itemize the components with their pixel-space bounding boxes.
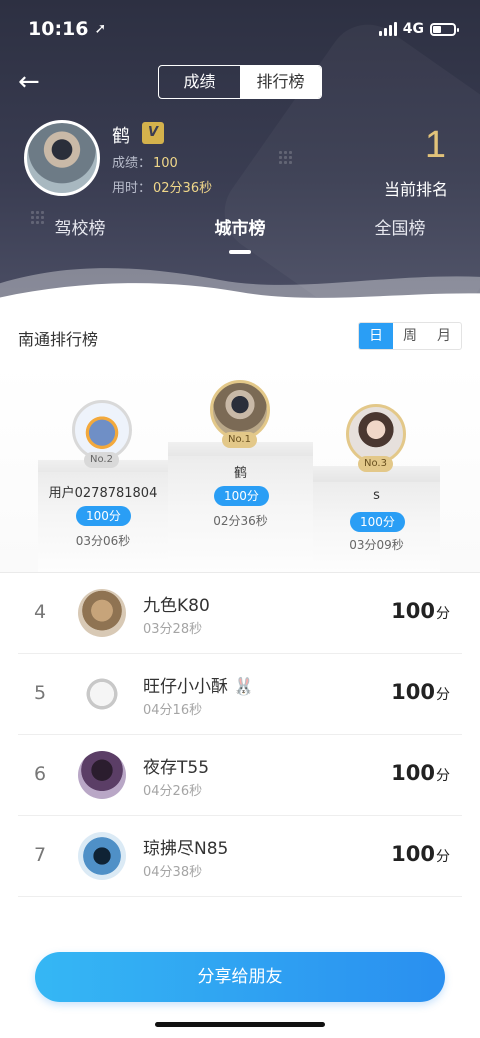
badge-second: No.2 [84,452,119,468]
list-score-unit: 分 [436,768,450,784]
score-second: 100分 [76,506,131,526]
header-panel: 10:16 ➚ 4G ← 成绩 排行榜 鹤 V 成绩： 100 用时： 02分36秒… [0,0,480,300]
list-score-unit: 分 [436,849,450,865]
time-label: 用时： [112,181,152,196]
signal-icon [378,22,397,36]
tab-national[interactable]: 全国榜 [320,214,480,239]
home-indicator[interactable] [155,1022,325,1027]
list-score: 100分 [391,842,450,866]
list-score: 100分 [391,599,450,623]
list-avatar [78,751,126,799]
list-score-unit: 分 [436,606,450,622]
board-title: 南通排行榜 [18,330,99,349]
rabbit-emoji-icon: 🐰 [233,677,255,697]
status-indicators: 4G [378,21,459,37]
list-rank: 4 [34,601,47,623]
score-label: 成绩： [112,156,152,171]
list-score-unit: 分 [436,687,450,703]
network-label: 4G [402,21,424,37]
list-time: 04分38秒 [143,865,203,880]
list-score: 100分 [391,761,450,785]
list-time: 04分26秒 [143,784,203,799]
list-avatar [78,589,126,637]
list-avatar [78,670,126,718]
name-first: 鹤 [233,466,247,481]
podium: No.2 用户0278781804 100分 03分06秒 No.1 鹤 100… [0,364,480,572]
list-name-text: 旺仔小小酥 [143,677,228,697]
user-score: 100 [153,156,178,171]
list-rank: 7 [34,844,47,866]
time-first: 02分36秒 [213,514,268,528]
tab-school[interactable]: 驾校榜 [0,214,160,239]
list-score-value: 100 [391,761,435,785]
list-item[interactable]: 4 九色K80 03分28秒 100分 [18,573,462,654]
user-name: 鹤 [112,126,130,147]
list-avatar [78,832,126,880]
period-month[interactable]: 月 [427,323,461,349]
vip-badge-icon: V [142,122,164,144]
badge-third: No.3 [358,456,393,472]
period-day[interactable]: 日 [359,323,393,349]
list-item[interactable]: 6 夜存T55 04分26秒 100分 [18,735,462,816]
status-time: 10:16 [28,18,89,40]
share-button[interactable]: 分享给朋友 [35,952,445,1002]
list-time: 04分16秒 [143,703,203,718]
back-arrow-icon[interactable]: ← [18,68,48,96]
scope-tabs: 驾校榜 城市榜 全国榜 [0,214,480,254]
name-second: 用户0278781804 [48,486,158,501]
time-second: 03分06秒 [75,534,131,548]
list-name: 夜存T55 [143,758,210,778]
list-score: 100分 [391,680,450,704]
header-wave [0,268,480,300]
segment-leaderboard[interactable]: 排行榜 [240,66,321,98]
list-score-value: 100 [391,842,435,866]
list-time: 03分28秒 [143,622,203,637]
list-item[interactable]: 7 琼拂尽N85 04分38秒 100分 [18,816,462,897]
list-rank: 6 [34,763,47,785]
user-avatar [24,120,100,196]
period-week[interactable]: 周 [393,323,427,349]
list-name: 九色K80 [143,596,210,616]
user-score-line: 成绩： 100 [112,152,178,171]
user-time: 02分36秒 [153,181,213,196]
list-item[interactable]: 5 旺仔小小酥 🐰 04分16秒 100分 [18,654,462,735]
score-first: 100分 [214,486,269,506]
badge-first: No.1 [222,432,257,448]
user-time-line: 用时： 02分36秒 [112,177,212,196]
dot-pattern-decoration [278,150,294,166]
status-bar: 10:16 ➚ 4G [28,14,459,44]
location-arrow-icon: ➚ [94,21,107,37]
avatar-first [210,380,270,440]
period-selector: 日 周 月 [358,322,462,350]
current-rank-value: 1 [424,124,446,166]
tab-city[interactable]: 城市榜 [160,214,320,254]
list-score-value: 100 [391,680,435,704]
ranking-list: 4 九色K80 03分28秒 100分 5 旺仔小小酥 🐰 04分16秒 100… [18,573,462,917]
segment-score[interactable]: 成绩 [159,66,240,98]
score-third: 100分 [350,512,405,532]
view-segment-control: 成绩 排行榜 [158,65,322,99]
battery-icon [430,22,459,36]
list-name: 旺仔小小酥 🐰 [143,672,255,697]
name-third: s [373,488,380,503]
current-rank-label: 当前排名 [383,180,448,199]
list-score-value: 100 [391,599,435,623]
avatar-second [72,400,132,460]
time-third: 03分09秒 [349,538,404,552]
list-rank: 5 [34,682,47,704]
list-name: 琼拂尽N85 [143,839,229,859]
avatar-third [346,404,406,464]
